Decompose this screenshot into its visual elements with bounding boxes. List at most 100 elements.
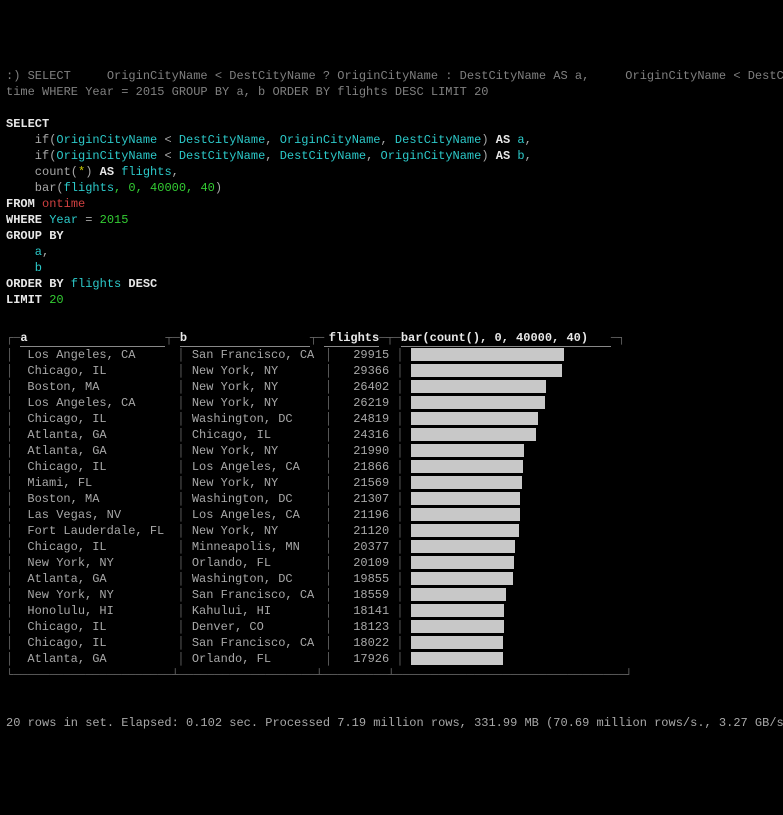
cell-flights: 21120 — [339, 523, 389, 539]
cell-flights: 26219 — [339, 395, 389, 411]
cell-flights: 18123 — [339, 619, 389, 635]
expr-if2: if(OriginCityName < DestCityName, DestCi… — [6, 149, 532, 163]
cell-flights: 18141 — [339, 603, 389, 619]
bar-icon — [411, 428, 536, 441]
bar-icon — [411, 444, 524, 457]
table-row: │ Honolulu, HI│ Kahului, HI│ 18141 │ — [6, 603, 777, 619]
bar-icon — [411, 492, 520, 505]
terminal[interactable]: :) SELECT OriginCityName < DestCityName … — [6, 68, 777, 731]
cell-a: Atlanta, GA — [20, 571, 177, 587]
cell-flights: 24316 — [339, 427, 389, 443]
cell-a: Los Angeles, CA — [20, 347, 177, 363]
bar-icon — [411, 540, 515, 553]
cell-b: New York, NY — [192, 379, 325, 395]
table-row: │ Atlanta, GA│ Washington, DC│ 19855 │ — [6, 571, 777, 587]
cell-a: Las Vegas, NV — [20, 507, 177, 523]
group-b: b — [6, 261, 42, 275]
table-row: │ Los Angeles, CA│ New York, NY│ 26219 │ — [6, 395, 777, 411]
cell-b: San Francisco, CA — [192, 347, 325, 363]
cell-flights: 21307 — [339, 491, 389, 507]
table-row: │ Chicago, IL│ New York, NY│ 29366 │ — [6, 363, 777, 379]
cell-flights: 29366 — [339, 363, 389, 379]
col-header-b: b — [180, 330, 310, 347]
from-clause: FROM ontime — [6, 197, 85, 211]
limit-clause: LIMIT 20 — [6, 293, 64, 307]
cell-flights: 21990 — [339, 443, 389, 459]
table-row: │ New York, NY│ Orlando, FL│ 20109 │ — [6, 555, 777, 571]
cell-b: Orlando, FL — [192, 651, 325, 667]
cell-a: Los Angeles, CA — [20, 395, 177, 411]
orderby-clause: ORDER BY flights DESC — [6, 277, 157, 291]
table-row: │ Fort Lauderdale, FL│ New York, NY│ 211… — [6, 523, 777, 539]
cell-b: Washington, DC — [192, 571, 325, 587]
cell-flights: 18559 — [339, 587, 389, 603]
cell-b: Los Angeles, CA — [192, 459, 325, 475]
cell-flights: 21196 — [339, 507, 389, 523]
table-row: │ Atlanta, GA│ Orlando, FL│ 17926 │ — [6, 651, 777, 667]
cell-a: Chicago, IL — [20, 459, 177, 475]
cell-b: Los Angeles, CA — [192, 507, 325, 523]
table-row: │ Los Angeles, CA│ San Francisco, CA│ 29… — [6, 347, 777, 363]
cell-a: Chicago, IL — [20, 411, 177, 427]
cell-b: New York, NY — [192, 395, 325, 411]
table-row: │ Chicago, IL│ Denver, CO│ 18123 │ — [6, 619, 777, 635]
cell-a: Atlanta, GA — [20, 651, 177, 667]
bar-icon — [411, 508, 520, 521]
cell-flights: 24819 — [339, 411, 389, 427]
cell-flights: 17926 — [339, 651, 389, 667]
col-header-flights: flights — [324, 330, 379, 347]
cell-flights: 20377 — [339, 539, 389, 555]
expr-bar: bar(flights, 0, 40000, 40) — [6, 181, 222, 195]
bar-icon — [411, 572, 513, 585]
cell-flights: 21569 — [339, 475, 389, 491]
result-table: ┌─a┬─b┬─flights─┬─bar(count(), 0, 40000,… — [6, 330, 777, 683]
cell-b: New York, NY — [192, 523, 325, 539]
bar-icon — [411, 524, 519, 537]
cell-b: San Francisco, CA — [192, 587, 325, 603]
cell-b: San Francisco, CA — [192, 635, 325, 651]
bar-icon — [411, 460, 523, 473]
bar-icon — [411, 412, 538, 425]
col-header-a: a — [20, 330, 165, 347]
cell-b: New York, NY — [192, 363, 325, 379]
cell-flights: 20109 — [339, 555, 389, 571]
cell-b: Chicago, IL — [192, 427, 325, 443]
cell-a: Honolulu, HI — [20, 603, 177, 619]
echo-line-2: time WHERE Year = 2015 GROUP BY a, b ORD… — [6, 85, 488, 99]
cell-flights: 19855 — [339, 571, 389, 587]
echo-line-1: :) SELECT OriginCityName < DestCityName … — [6, 69, 783, 83]
cell-a: Miami, FL — [20, 475, 177, 491]
cell-b: Kahului, HI — [192, 603, 325, 619]
col-header-bar: bar(count(), 0, 40000, 40) — [401, 330, 611, 347]
where-clause: WHERE Year = 2015 — [6, 213, 128, 227]
group-a: a, — [6, 245, 49, 259]
cell-a: Chicago, IL — [20, 363, 177, 379]
cell-b: Minneapolis, MN — [192, 539, 325, 555]
table-row: │ Atlanta, GA│ Chicago, IL│ 24316 │ — [6, 427, 777, 443]
kw-groupby: GROUP BY — [6, 229, 64, 243]
cell-flights: 29915 — [339, 347, 389, 363]
table-row: │ Chicago, IL│ Minneapolis, MN│ 20377 │ — [6, 539, 777, 555]
cell-flights: 21866 — [339, 459, 389, 475]
table-row: │ Chicago, IL│ Los Angeles, CA│ 21866 │ — [6, 459, 777, 475]
bar-icon — [411, 652, 503, 665]
bar-icon — [411, 636, 503, 649]
table-row: │ Miami, FL│ New York, NY│ 21569 │ — [6, 475, 777, 491]
bar-icon — [411, 556, 514, 569]
cell-a: Fort Lauderdale, FL — [20, 523, 177, 539]
expr-count: count(*) AS flights, — [6, 165, 179, 179]
bar-icon — [411, 348, 564, 361]
bar-icon — [411, 588, 506, 601]
cell-b: Orlando, FL — [192, 555, 325, 571]
cell-b: Washington, DC — [192, 491, 325, 507]
cell-a: Atlanta, GA — [20, 443, 177, 459]
footer-stats: 20 rows in set. Elapsed: 0.102 sec. Proc… — [6, 716, 783, 730]
bar-icon — [411, 604, 504, 617]
cell-a: Chicago, IL — [20, 539, 177, 555]
bar-icon — [411, 396, 545, 409]
table-row: │ Atlanta, GA│ New York, NY│ 21990 │ — [6, 443, 777, 459]
cell-b: Washington, DC — [192, 411, 325, 427]
cell-a: Chicago, IL — [20, 619, 177, 635]
bar-icon — [411, 620, 504, 633]
table-row: │ New York, NY│ San Francisco, CA│ 18559… — [6, 587, 777, 603]
